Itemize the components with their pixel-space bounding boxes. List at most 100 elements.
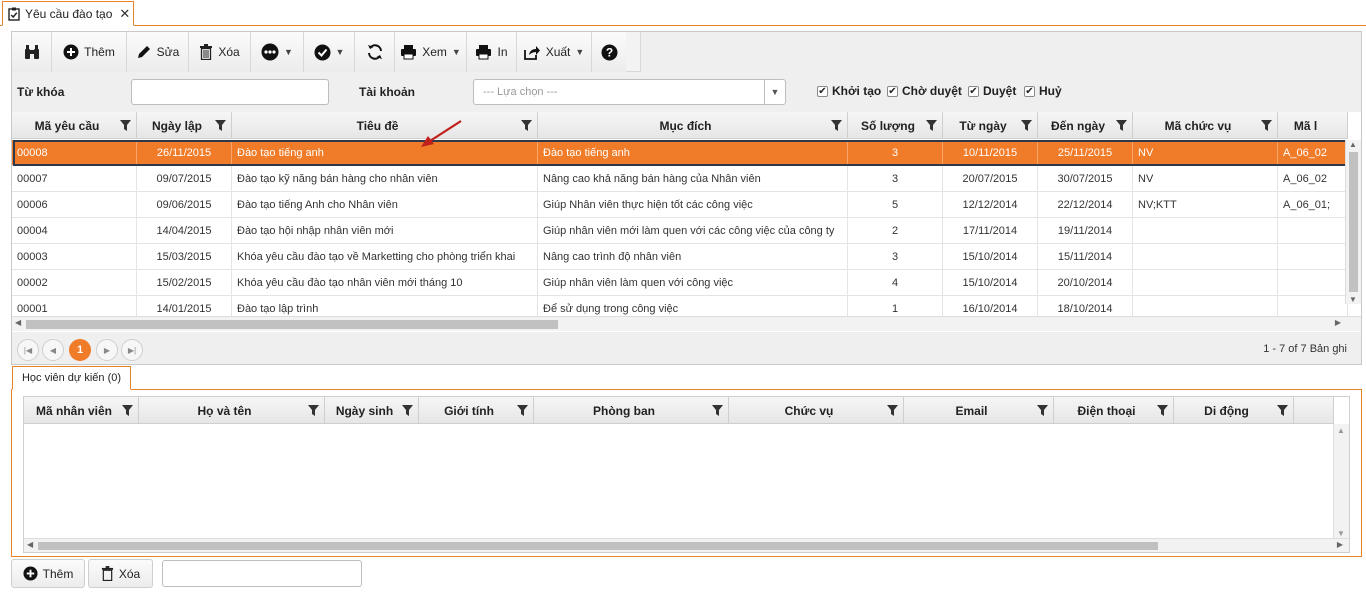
view-button[interactable]: Xem ▼: [395, 32, 467, 72]
table-cell: Khóa yêu cầu đào tạo về Marketting cho p…: [232, 244, 538, 270]
account-select[interactable]: --- Lựa chọn --- ▼: [473, 79, 786, 105]
filter-icon[interactable]: [712, 405, 723, 416]
table-cell: 15/03/2015: [137, 244, 232, 270]
column-header[interactable]: Email: [904, 397, 1054, 424]
column-header[interactable]: Đến ngày: [1038, 112, 1133, 139]
checkbox-checked-icon[interactable]: ✔: [968, 85, 979, 97]
horizontal-scrollbar[interactable]: ◀ ▶: [12, 316, 1361, 331]
close-icon[interactable]: ✕: [119, 6, 130, 22]
column-header[interactable]: Tiêu đề: [232, 112, 538, 139]
scroll-thumb[interactable]: [38, 542, 1158, 550]
column-header[interactable]: Chức vụ: [729, 397, 904, 424]
column-header[interactable]: Mã l: [1278, 112, 1348, 139]
tab-training-request[interactable]: Yêu cầu đào tạo ✕: [2, 1, 134, 26]
filter-icon[interactable]: [521, 120, 532, 131]
vertical-scrollbar[interactable]: ▲ ▼: [1345, 140, 1361, 304]
column-header[interactable]: Ngày sinh: [325, 397, 419, 424]
clipboard-check-icon: [8, 7, 20, 21]
scroll-up-icon[interactable]: ▲: [1349, 140, 1357, 149]
column-header[interactable]: Từ ngày: [943, 112, 1038, 139]
more-button[interactable]: ▼: [251, 32, 304, 72]
column-header[interactable]: Ngày lập: [137, 112, 232, 139]
export-button[interactable]: Xuất ▼: [517, 32, 592, 72]
table-row[interactable]: 00003 15/03/2015 Khóa yêu cầu đào tạo về M…: [12, 244, 1348, 270]
delete-trainee-button[interactable]: Xóa: [88, 559, 153, 588]
approve-button[interactable]: ▼: [304, 32, 355, 72]
checkbox-checked-icon[interactable]: ✔: [817, 85, 828, 97]
status-huy-checkbox[interactable]: ✔ Huỷ: [1024, 84, 1062, 98]
column-header[interactable]: Mã chức vụ: [1133, 112, 1278, 139]
scroll-right-icon[interactable]: ▶: [1337, 540, 1343, 549]
table-row[interactable]: 00006 09/06/2015 Đào tạo tiếng Anh cho Nhâ…: [12, 192, 1348, 218]
table-cell: [1133, 244, 1278, 270]
refresh-button[interactable]: [355, 32, 395, 72]
edit-button[interactable]: Sửa: [127, 32, 189, 72]
vertical-scrollbar[interactable]: ▲ ▼: [1333, 424, 1349, 540]
column-header[interactable]: Giới tính: [419, 397, 534, 424]
status-khoi-tao-checkbox[interactable]: ✔ Khởi tạo: [817, 84, 881, 98]
filter-icon[interactable]: [1116, 120, 1127, 131]
prev-page-button[interactable]: ◀: [42, 339, 64, 361]
scroll-up-icon[interactable]: ▲: [1337, 426, 1345, 435]
status-duyet-checkbox[interactable]: ✔ Duyệt: [968, 84, 1016, 98]
first-page-button[interactable]: |◀: [17, 339, 39, 361]
status-cho-duyet-checkbox[interactable]: ✔ Chờ duyệt: [887, 84, 962, 98]
checkbox-checked-icon[interactable]: ✔: [1024, 85, 1035, 97]
table-row[interactable]: 00004 14/04/2015 Đào tạo hội nhập nhân viê…: [12, 218, 1348, 244]
current-page-button[interactable]: 1: [69, 339, 91, 361]
red-arrow-annotation: [421, 120, 462, 147]
tab-expected-trainees[interactable]: Học viên dự kiến (0): [12, 366, 131, 390]
filter-icon[interactable]: [1277, 405, 1288, 416]
printer-icon: [401, 45, 417, 60]
search-button[interactable]: [12, 32, 52, 72]
filter-icon[interactable]: [215, 120, 226, 131]
print-button[interactable]: In: [467, 32, 517, 72]
filter-icon[interactable]: [308, 405, 319, 416]
chevron-down-icon[interactable]: ▼: [764, 80, 785, 104]
filter-icon[interactable]: [1157, 405, 1168, 416]
next-page-button[interactable]: ▶: [96, 339, 118, 361]
column-header[interactable]: Điện thoại: [1054, 397, 1174, 424]
scroll-thumb[interactable]: [26, 320, 558, 329]
column-header[interactable]: Mã nhân viên: [24, 397, 139, 424]
table-row[interactable]: 00008 26/11/2015 Đào tạo tiếng anh Đào tạo …: [12, 140, 1348, 166]
table-cell: A_06_02: [1278, 166, 1348, 192]
trainee-search-input[interactable]: [162, 560, 362, 587]
table-cell: 00008: [12, 140, 137, 166]
column-header[interactable]: Mục đích: [538, 112, 848, 139]
last-page-button[interactable]: ▶|: [121, 339, 143, 361]
table-row[interactable]: 00007 09/07/2015 Đào tạo kỹ năng bán hàng …: [12, 166, 1348, 192]
help-button[interactable]: ?: [592, 32, 626, 72]
table-cell: 22/12/2014: [1038, 192, 1133, 218]
column-header[interactable]: Phòng ban: [534, 397, 729, 424]
column-header[interactable]: Số lượng: [848, 112, 943, 139]
scroll-thumb[interactable]: [1349, 152, 1358, 292]
horizontal-scrollbar[interactable]: ◀ ▶: [24, 538, 1349, 552]
column-header[interactable]: Họ và tên: [139, 397, 325, 424]
filter-icon[interactable]: [120, 120, 131, 131]
filter-icon[interactable]: [926, 120, 937, 131]
table-cell: 15/02/2015: [137, 270, 232, 296]
scroll-left-icon[interactable]: ◀: [27, 540, 33, 549]
filter-icon[interactable]: [1261, 120, 1272, 131]
column-header[interactable]: Mã yêu cầu: [12, 112, 137, 139]
filter-icon[interactable]: [887, 405, 898, 416]
column-header-label: Mã l: [1293, 118, 1318, 133]
filter-icon[interactable]: [402, 405, 413, 416]
checkbox-checked-icon[interactable]: ✔: [887, 85, 898, 97]
filter-icon[interactable]: [122, 405, 133, 416]
filter-icon[interactable]: [831, 120, 842, 131]
scroll-down-icon[interactable]: ▼: [1337, 529, 1345, 538]
table-row[interactable]: 00002 15/02/2015 Khóa yêu cầu đào tạo nhân…: [12, 270, 1348, 296]
add-button[interactable]: Thêm: [52, 32, 127, 72]
filter-icon[interactable]: [1021, 120, 1032, 131]
scroll-left-icon[interactable]: ◀: [15, 318, 21, 327]
column-header[interactable]: Di động: [1174, 397, 1294, 424]
keyword-input[interactable]: [131, 79, 329, 105]
scroll-down-icon[interactable]: ▼: [1349, 295, 1357, 304]
add-trainee-button[interactable]: Thêm: [11, 559, 85, 588]
delete-button[interactable]: Xóa: [189, 32, 251, 72]
filter-icon[interactable]: [517, 405, 528, 416]
filter-icon[interactable]: [1037, 405, 1048, 416]
scroll-right-icon[interactable]: ▶: [1335, 318, 1341, 327]
